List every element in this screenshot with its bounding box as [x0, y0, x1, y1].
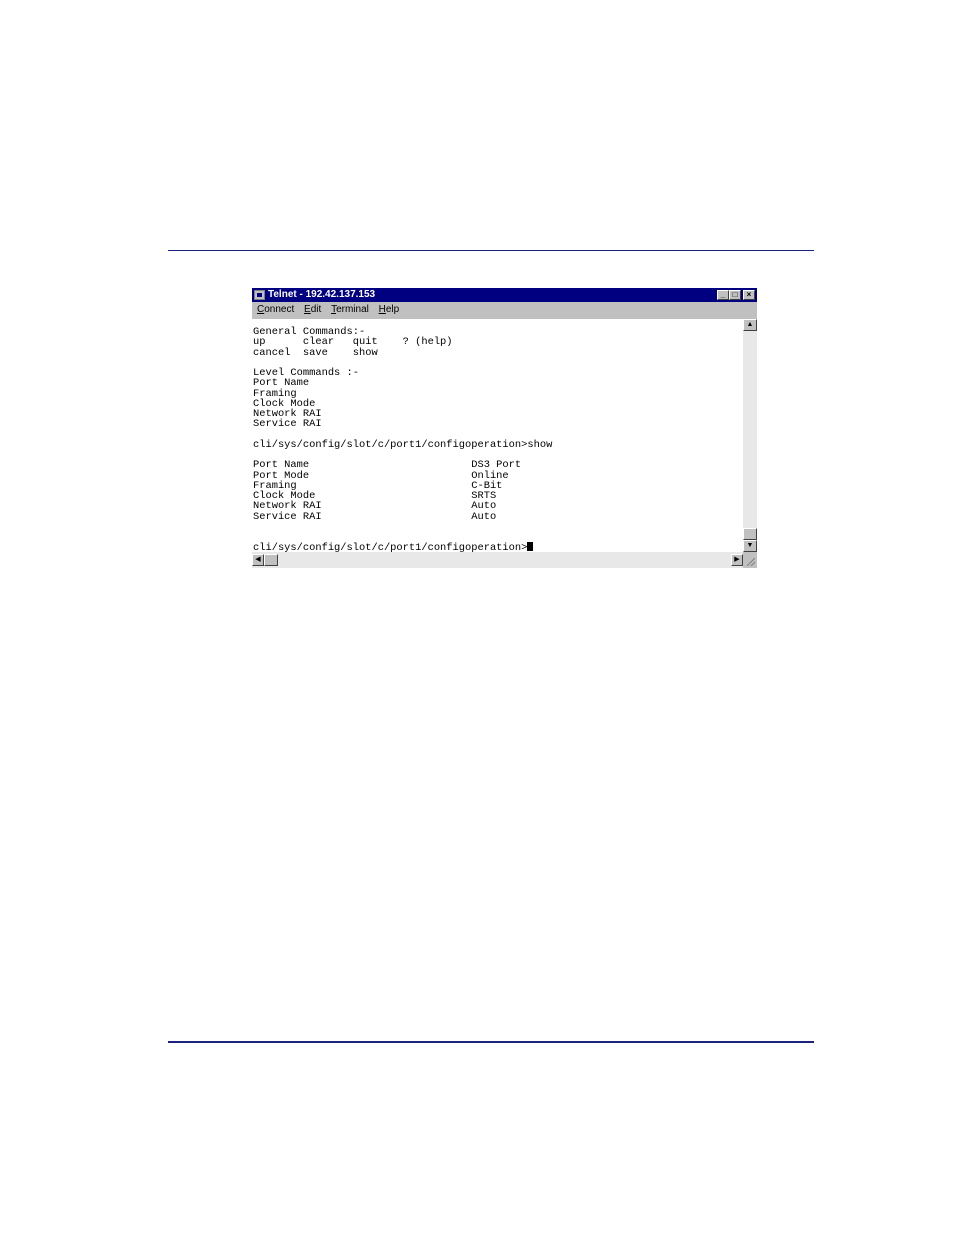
horizontal-scrollbar[interactable]: ◀ ▶ — [252, 552, 743, 568]
header-rule — [168, 250, 814, 251]
close-button[interactable]: × — [743, 290, 755, 300]
minimize-button[interactable]: _ — [717, 290, 729, 300]
terminal-line: cancel save show — [253, 346, 378, 359]
telnet-app-icon[interactable] — [254, 290, 265, 300]
scroll-up-button[interactable]: ▲ — [743, 319, 757, 331]
resize-grip-icon[interactable] — [743, 552, 757, 568]
menu-bar: Connect Edit Terminal Help — [252, 302, 757, 318]
menu-terminal-rest: erminal — [336, 304, 369, 315]
menu-help[interactable]: Help — [379, 302, 400, 318]
footer-rule — [168, 1041, 814, 1043]
scroll-right-button[interactable]: ▶ — [731, 554, 743, 566]
telnet-window: Telnet - 192.42.137.153 _ □ × Connect Ed… — [252, 288, 757, 568]
horizontal-scroll-thumb[interactable] — [264, 554, 278, 566]
menu-help-rest: elp — [385, 304, 400, 315]
terminal-line: cli/sys/config/slot/c/port1/configoperat… — [253, 438, 553, 451]
terminal-area[interactable]: General Commands:- up clear quit ? (help… — [252, 319, 743, 552]
command-prompt[interactable]: cli/sys/config/slot/c/port1/configoperat… — [253, 542, 527, 552]
menu-connect[interactable]: Connect — [257, 302, 294, 318]
vertical-scrollbar[interactable]: ▲ ▼ — [743, 319, 757, 552]
title-bar[interactable]: Telnet - 192.42.137.153 _ □ × — [252, 288, 757, 302]
terminal-line: Service RAI — [253, 418, 322, 431]
terminal-line: Service RAI Auto — [253, 510, 497, 523]
text-cursor — [527, 542, 534, 552]
terminal-output: General Commands:- up clear quit ? (help… — [253, 327, 552, 552]
menu-edit-rest: dit — [310, 304, 322, 315]
maximize-button[interactable]: □ — [729, 290, 741, 300]
menu-edit[interactable]: Edit — [304, 302, 321, 318]
menu-terminal[interactable]: Terminal — [331, 302, 369, 318]
menu-edit-accel: E — [304, 304, 311, 315]
menu-connect-rest: onnect — [264, 304, 295, 315]
vertical-scroll-thumb[interactable] — [743, 528, 757, 540]
menu-help-accel: H — [378, 304, 386, 315]
scroll-left-button[interactable]: ◀ — [252, 554, 264, 566]
scroll-down-button[interactable]: ▼ — [743, 540, 757, 552]
window-title: Telnet - 192.42.137.153 — [268, 289, 376, 300]
